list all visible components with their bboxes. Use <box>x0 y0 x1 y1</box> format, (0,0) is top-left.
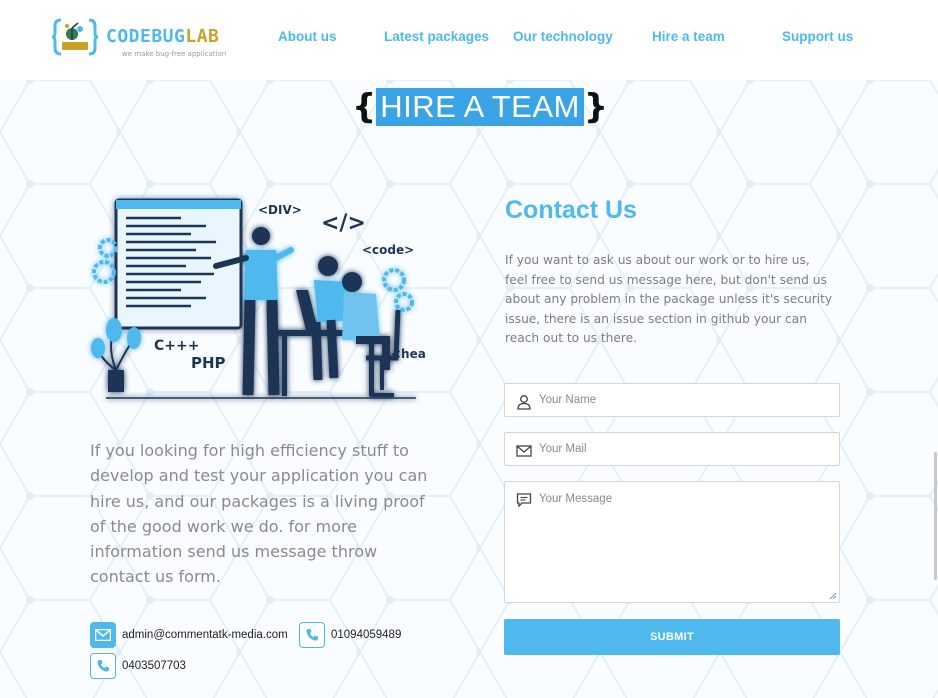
chat-bubble-icon <box>516 493 532 508</box>
email-contact[interactable]: admin@commentatk-media.com <box>90 622 288 648</box>
submit-button[interactable]: SUBMIT <box>504 619 840 655</box>
scrollbar-thumb[interactable] <box>934 452 937 580</box>
nav-hire-a-team[interactable]: Hire a team <box>652 29 725 44</box>
illustration-lang-php: PHP <box>191 354 226 372</box>
illustration-tag-head: <head> <box>391 347 426 361</box>
message-field-wrapper <box>504 481 840 603</box>
title-brace-open: { <box>352 87 377 127</box>
illustration-tag-code: <code> <box>362 243 414 257</box>
message-input[interactable] <box>505 482 839 600</box>
name-field-wrapper <box>504 383 840 417</box>
illustration-tag-div: <DIV> <box>258 203 302 217</box>
logo-tagline: we make bug-free application <box>122 50 227 58</box>
mail-input[interactable] <box>505 433 839 465</box>
logo-wordmark: CODEBUGLAB <box>106 26 220 47</box>
site-header: CODEBUGLAB we make bug-free application … <box>0 0 938 80</box>
team-illustration: <DIV> </> <code> <head> C+++ PHP <box>91 198 426 399</box>
logo-mark-icon <box>52 18 98 56</box>
nav-our-technology[interactable]: Our technology <box>513 29 613 44</box>
phone-contact-2[interactable]: 0403507703 <box>90 653 186 679</box>
phone-icon <box>299 622 325 648</box>
name-input[interactable] <box>505 384 839 416</box>
envelope-icon <box>516 445 532 457</box>
page-scrollbar[interactable] <box>932 80 938 698</box>
resize-handle-icon[interactable] <box>829 592 837 600</box>
title-brace-close: } <box>583 87 609 127</box>
phone-contact-1[interactable]: 01094059489 <box>299 622 401 648</box>
title-text: HIRE A TEAM <box>376 88 584 126</box>
user-icon <box>517 395 531 410</box>
contact-description: If you want to ask us about our work or … <box>505 253 833 346</box>
site-logo[interactable]: CODEBUGLAB we make bug-free application <box>52 14 252 62</box>
email-address[interactable]: admin@commentatk-media.com <box>122 629 288 641</box>
envelope-icon <box>90 622 116 648</box>
nav-support-us[interactable]: Support us <box>782 29 853 44</box>
illustration-lang-cpp: C+++ <box>154 338 199 354</box>
phone-icon <box>90 653 116 679</box>
phone-number-1[interactable]: 01094059489 <box>331 629 401 641</box>
contact-title: Contact Us <box>505 196 637 224</box>
mail-field-wrapper <box>504 432 840 466</box>
phone-number-2[interactable]: 0403507703 <box>122 660 186 672</box>
nav-latest-packages[interactable]: Latest packages <box>384 29 489 44</box>
hire-description: If you looking for high efficiency stuff… <box>90 441 428 587</box>
illustration-tag-code-sym: </> <box>321 211 366 236</box>
page-title: { HIRE A TEAM } <box>352 86 608 128</box>
nav-about-us[interactable]: About us <box>278 29 337 44</box>
